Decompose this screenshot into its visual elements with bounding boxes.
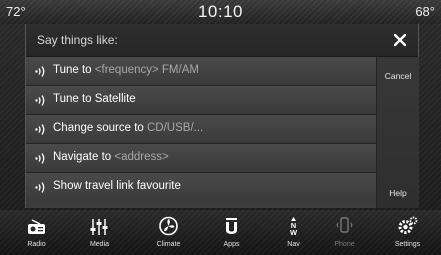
command-list: Tune to <frequency> FM/AM Tune to Satell…	[26, 57, 376, 202]
close-icon	[393, 33, 407, 47]
command-hint: <frequency> FM/AM	[94, 64, 199, 76]
nav-settings[interactable]: Settings	[383, 210, 432, 255]
apps-icon	[226, 218, 237, 234]
clock: 10:10	[197, 2, 244, 21]
dialog-title: Say things like:	[37, 33, 118, 47]
svg-text:W: W	[290, 228, 298, 237]
voice-waves-icon	[35, 182, 45, 193]
nav-radio[interactable]: Radio	[12, 210, 61, 255]
command-travel-link[interactable]: Show travel link favourite	[26, 173, 376, 202]
nav-label: Media	[89, 241, 110, 248]
help-label: Help	[389, 188, 407, 198]
compass-nav-icon: N W	[290, 217, 298, 237]
command-label: Tune to	[53, 64, 92, 76]
voice-waves-icon	[35, 66, 45, 77]
close-button[interactable]	[382, 24, 418, 56]
help-button[interactable]: Help	[377, 178, 419, 208]
command-tune-frequency[interactable]: Tune to <frequency> FM/AM	[26, 57, 376, 86]
command-label: Navigate to	[53, 151, 112, 163]
nav-label: Phone	[334, 241, 355, 248]
nav-phone[interactable]: Phone	[320, 210, 369, 255]
phone-icon	[336, 217, 353, 233]
cancel-label: Cancel	[384, 71, 412, 81]
dialog-side-column: Cancel Help	[376, 57, 419, 208]
radio-icon	[28, 219, 45, 234]
voice-waves-icon	[35, 95, 45, 106]
command-label: Tune to Satellite	[53, 93, 136, 105]
voice-waves-icon	[35, 124, 45, 135]
command-change-source[interactable]: Change source to CD/USB/...	[26, 115, 376, 144]
media-icon	[90, 219, 108, 235]
bottom-nav-bar: Radio Media Climate Apps N W Nav Phone S…	[0, 210, 441, 255]
nav-label: Radio	[27, 241, 46, 248]
command-hint: CD/USB/...	[147, 122, 204, 134]
nav-label: Apps	[223, 241, 240, 248]
voice-command-dialog: Say things like: Tune to <frequency> FM/…	[25, 24, 419, 208]
screen: 72° 10:10 68° Say things like: Tune to <…	[0, 0, 441, 255]
command-label: Change source to	[53, 122, 144, 134]
settings-gear-icon	[398, 216, 418, 234]
nav-label: Nav	[287, 241, 300, 248]
command-hint: <address>	[114, 151, 169, 163]
nav-climate[interactable]: Climate	[144, 210, 193, 255]
status-bar: 72° 10:10 68°	[0, 0, 441, 24]
climate-icon	[159, 216, 178, 236]
voice-waves-icon	[35, 153, 45, 164]
dialog-header: Say things like:	[26, 24, 418, 57]
nav-apps[interactable]: Apps	[207, 210, 256, 255]
nav-label: Climate	[156, 241, 181, 248]
nav-navigation[interactable]: N W Nav	[269, 210, 318, 255]
cancel-button[interactable]: Cancel	[377, 57, 419, 101]
nav-label: Settings	[394, 241, 421, 248]
command-tune-satellite[interactable]: Tune to Satellite	[26, 86, 376, 115]
command-label: Show travel link favourite	[53, 180, 181, 192]
passenger-temperature[interactable]: 68°	[415, 4, 435, 19]
nav-media[interactable]: Media	[75, 210, 124, 255]
command-navigate[interactable]: Navigate to <address>	[26, 144, 376, 173]
